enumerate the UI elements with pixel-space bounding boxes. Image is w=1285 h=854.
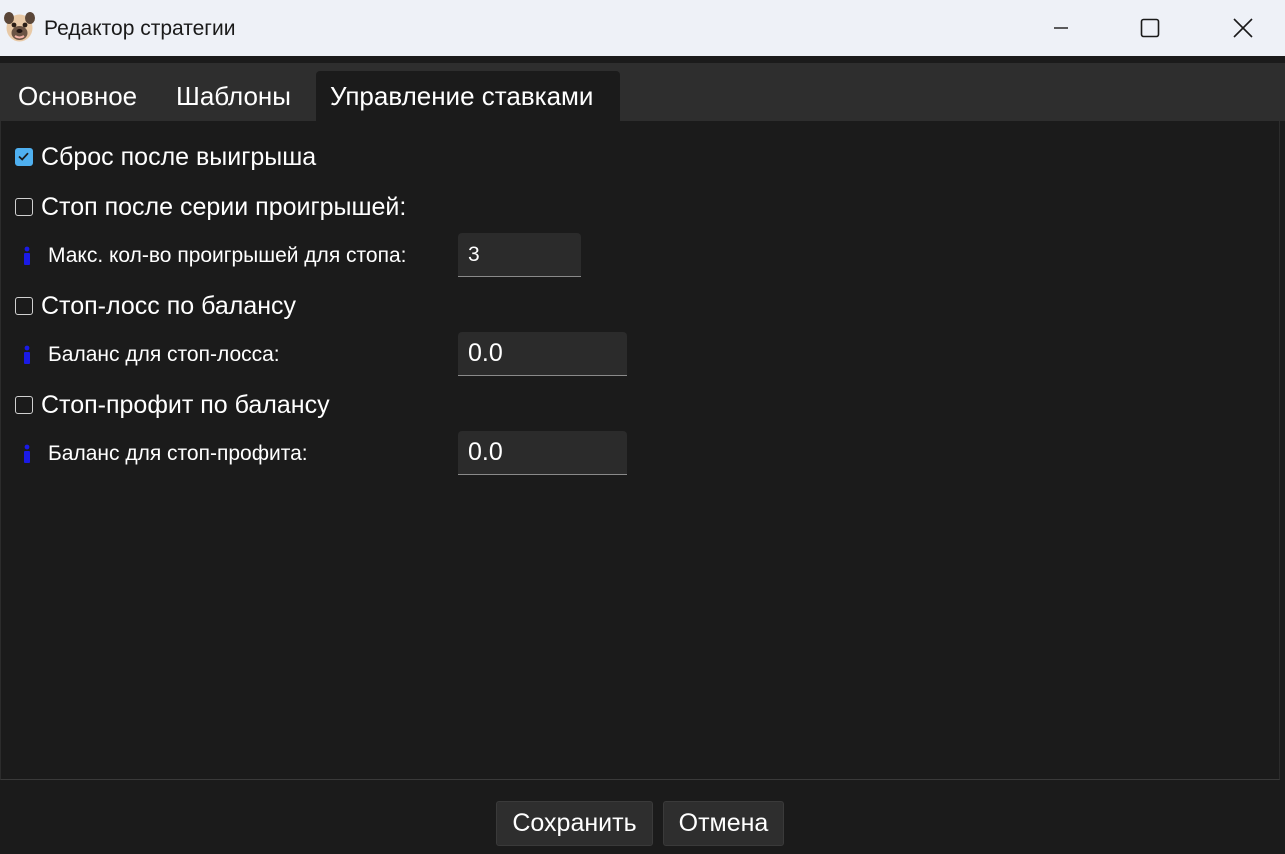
max-losses-input[interactable] — [458, 233, 581, 277]
stop-loss-balance-input[interactable] — [458, 332, 627, 376]
reset-after-win-option[interactable]: Сброс после выигрыша — [15, 142, 316, 172]
info-icon — [24, 246, 30, 265]
stop-after-losses-label: Стоп после серии проигрышей: — [41, 193, 407, 221]
maximize-button[interactable] — [1104, 0, 1196, 56]
info-icon — [24, 444, 30, 463]
stop-loss-balance-label: Баланс для стоп-лосса: — [48, 343, 280, 366]
maximize-icon — [1140, 18, 1160, 38]
close-button[interactable] — [1197, 0, 1285, 56]
stop-profit-balance-label: Баланс для стоп-профита: — [48, 442, 308, 465]
tab-bet-management[interactable]: Управление ставками — [316, 71, 620, 121]
close-icon — [1233, 18, 1253, 38]
stop-profit-option[interactable]: Стоп-профит по балансу — [15, 390, 330, 420]
reset-after-win-label: Сброс после выигрыша — [41, 143, 317, 171]
reset-after-win-checkbox[interactable] — [15, 148, 33, 166]
stop-profit-label: Стоп-профит по балансу — [41, 391, 330, 419]
tab-bar: Основное Шаблоны Управление ставками — [0, 63, 1285, 121]
save-button[interactable]: Сохранить — [496, 801, 653, 846]
stop-profit-balance-input[interactable] — [458, 431, 627, 475]
stop-loss-option[interactable]: Стоп-лосс по балансу — [15, 291, 296, 321]
pug-face-icon — [4, 11, 35, 44]
stop-loss-label: Стоп-лосс по балансу — [41, 292, 297, 320]
cancel-button[interactable]: Отмена — [663, 801, 784, 846]
tab-templates[interactable]: Шаблоны — [162, 71, 305, 121]
window-title: Редактор стратегии — [44, 17, 236, 40]
stop-after-losses-option[interactable]: Стоп после серии проигрышей: — [15, 192, 406, 222]
info-icon — [24, 345, 30, 364]
minimize-button[interactable] — [1015, 0, 1107, 56]
title-bar: Редактор стратегии — [0, 0, 1285, 56]
tab-main[interactable]: Основное — [4, 71, 151, 121]
stop-after-losses-checkbox[interactable] — [15, 198, 33, 216]
max-losses-label: Макс. кол-во проигрышей для стопа: — [48, 244, 407, 267]
stop-loss-checkbox[interactable] — [15, 297, 33, 315]
checkmark-icon — [18, 152, 29, 161]
minimize-icon — [1054, 27, 1068, 29]
stop-profit-checkbox[interactable] — [15, 396, 33, 414]
